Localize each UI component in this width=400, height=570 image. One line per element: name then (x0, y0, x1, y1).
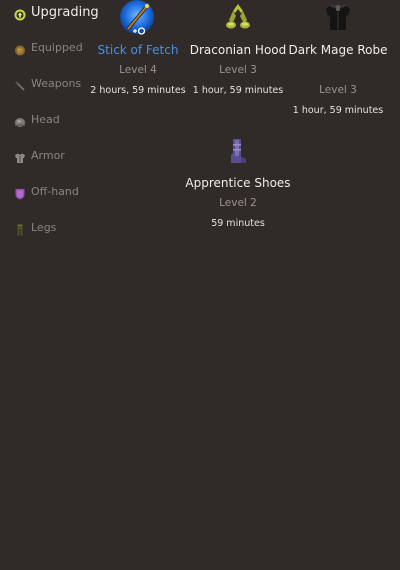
sidebar-item-label: Armor (31, 148, 65, 162)
sidebar-item-armor[interactable]: Armor (14, 146, 65, 164)
item-name: Apprentice Shoes (185, 176, 291, 190)
upgrades-panel: Upgrading Equipped Weapons Head Armor Of… (0, 0, 400, 570)
upgrade-icon (14, 6, 26, 21)
weapons-icon (14, 77, 26, 91)
sidebar-item-label: Head (31, 112, 60, 126)
item-name: Dark Mage Robe (288, 43, 388, 57)
dark-mage-robe-icon (324, 2, 352, 36)
item-name: Stick of Fetch (97, 43, 179, 57)
upgrade-item-draconian-hood[interactable]: Draconian Hood Level 3 1 hour, 59 minute… (183, 0, 293, 125)
sidebar-item-head[interactable]: Head (14, 110, 60, 128)
sidebar-item-label: Equipped (31, 40, 83, 54)
legs-icon (14, 221, 26, 236)
armor-icon (14, 149, 26, 163)
item-upgrade-time: 1 hour, 59 minutes (292, 105, 384, 116)
item-level: Level 4 (119, 64, 157, 76)
sidebar-item-label: Weapons (31, 76, 82, 90)
upgrade-item-apprentice-shoes[interactable]: Apprentice Shoes Level 2 59 minutes (183, 135, 293, 240)
sidebar-item-equipped[interactable]: Equipped (14, 38, 83, 56)
item-level: Level 3 (319, 84, 357, 96)
stick-of-fetch-icon (118, 0, 158, 42)
apprentice-shoes-icon (227, 137, 249, 169)
item-level: Level 2 (219, 197, 257, 209)
item-upgrade-time: 2 hours, 59 minutes (90, 85, 186, 96)
upgrade-item-stick-of-fetch[interactable]: Stick of Fetch Level 4 2 hours, 59 minut… (83, 0, 193, 125)
off-hand-icon (14, 185, 26, 200)
sidebar-item-label: Off-hand (31, 184, 79, 198)
item-level: Level 3 (219, 64, 257, 76)
sidebar-item-weapons[interactable]: Weapons (14, 74, 81, 92)
upgrade-item-dark-mage-robe[interactable]: Dark Mage Robe Level 3 1 hour, 59 minute… (283, 0, 393, 125)
draconian-hood-icon (224, 2, 252, 36)
item-upgrade-time: 59 minutes (211, 218, 265, 229)
sidebar-item-off-hand[interactable]: Off-hand (14, 182, 79, 200)
sidebar-item-legs[interactable]: Legs (14, 218, 56, 236)
sidebar-item-label: Legs (31, 220, 57, 234)
item-name: Draconian Hood (189, 43, 287, 57)
equipped-icon (14, 41, 26, 56)
head-icon (14, 113, 26, 127)
item-upgrade-time: 1 hour, 59 minutes (192, 85, 284, 96)
